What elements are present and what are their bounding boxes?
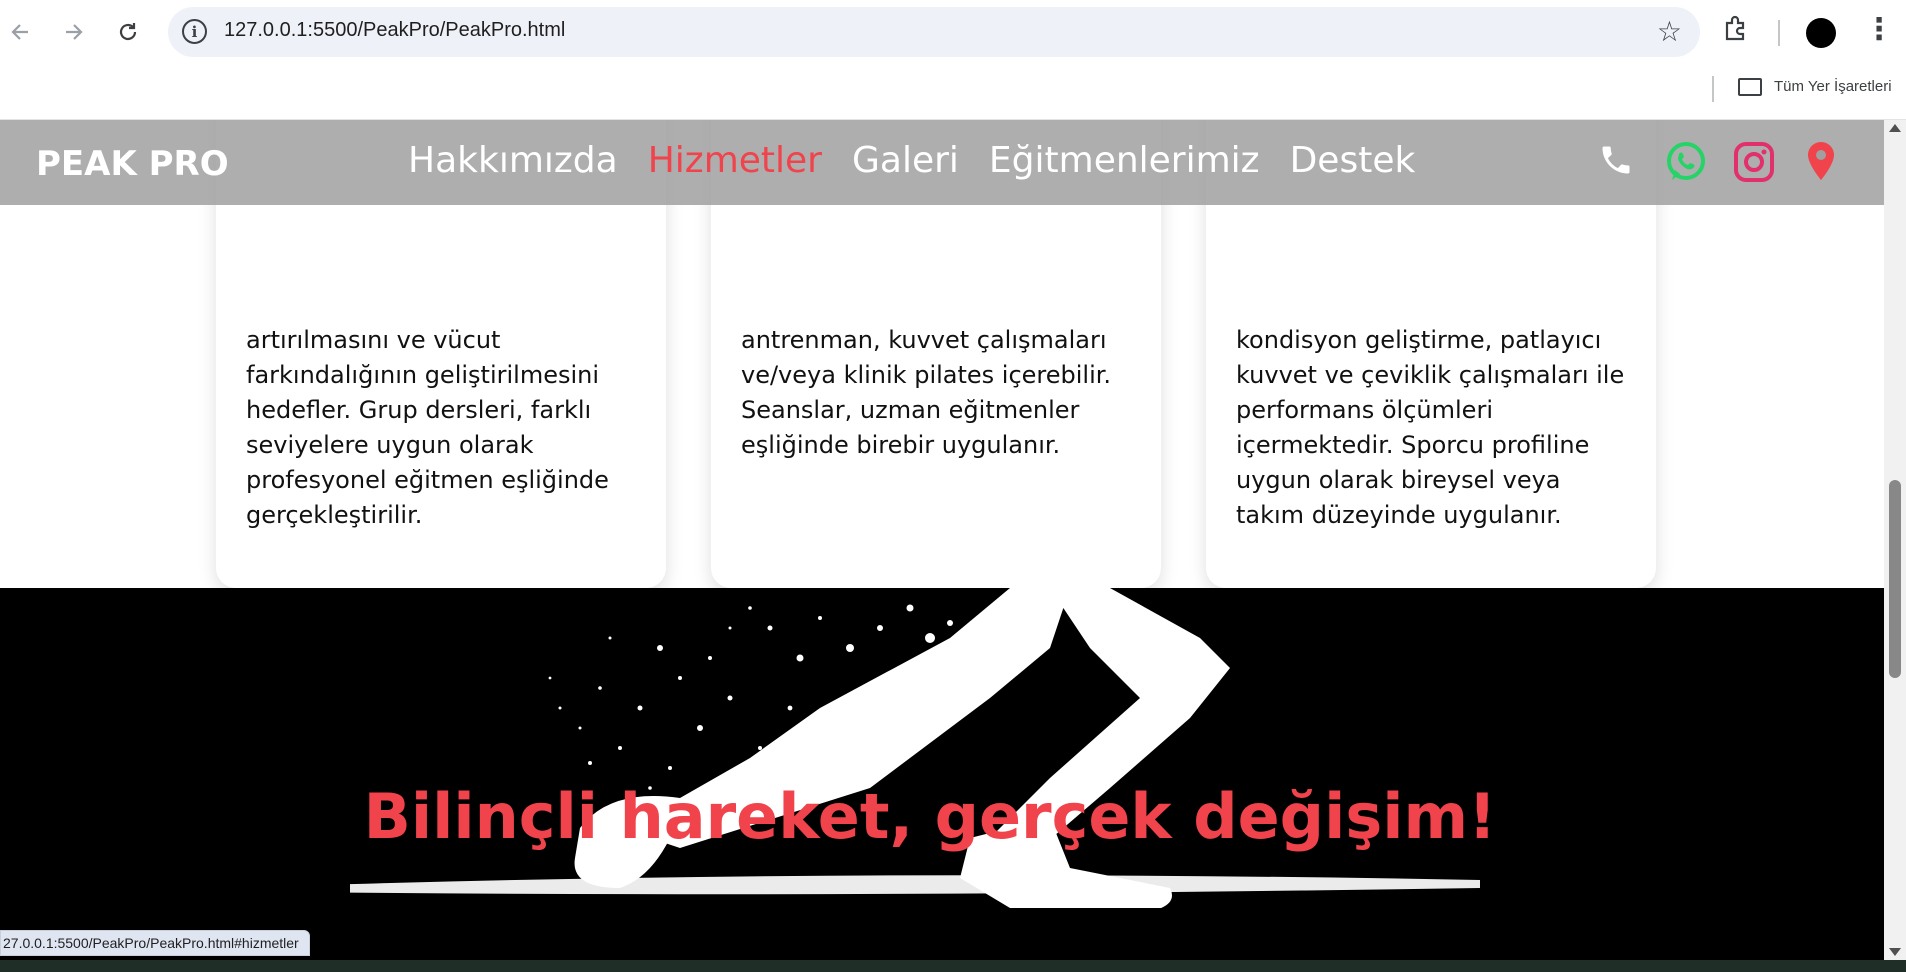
scroll-up-arrow-icon[interactable] (1889, 124, 1901, 132)
bookmarks-bar: Tüm Yer İşaretleri (0, 64, 1906, 120)
scroll-down-arrow-icon[interactable] (1889, 948, 1901, 956)
runner-legs-illustration (350, 588, 1480, 908)
service-card-text: antrenman, kuvvet çalışmaları ve/veya kl… (741, 326, 1112, 459)
extensions-icon[interactable] (1722, 14, 1750, 49)
site-navbar: PEAK PRO Hakkımızda Hizmetler Galeri Eği… (0, 120, 1884, 205)
instagram-icon[interactable] (1732, 140, 1776, 184)
reload-icon[interactable] (110, 14, 146, 50)
location-pin-icon[interactable] (1806, 140, 1836, 182)
hero-title: Bilinçli hareket, gerçek değişim! (363, 780, 1497, 853)
profile-avatar[interactable] (1806, 18, 1836, 48)
more-menu-icon[interactable]: ⋮ (1864, 12, 1894, 47)
nav-link-hakkimizda[interactable]: Hakkımızda (408, 140, 618, 181)
bookmarks-divider (1712, 76, 1714, 102)
all-bookmarks-label[interactable]: Tüm Yer İşaretleri (1774, 78, 1892, 95)
nav-link-hizmetler[interactable]: Hizmetler (648, 140, 822, 181)
url-text[interactable]: 127.0.0.1:5500/PeakPro/PeakPro.html (224, 19, 565, 42)
toolbar-divider (1778, 20, 1780, 46)
forward-icon[interactable] (56, 14, 92, 50)
main-menu: Hakkımızda Hizmetler Galeri Eğitmenlerim… (408, 140, 1415, 181)
nav-link-galeri[interactable]: Galeri (852, 140, 959, 181)
page-viewport: artırılmasını ve vücut farkındalığının g… (0, 120, 1884, 960)
hero-banner: Bilinçli hareket, gerçek değişim! (0, 588, 1884, 960)
page-scrollbar[interactable] (1884, 120, 1906, 960)
service-card-text: kondisyon geliştirme, patlayıcı kuvvet v… (1236, 326, 1625, 529)
phone-icon[interactable] (1598, 140, 1634, 180)
back-icon[interactable] (2, 14, 38, 50)
nav-link-destek[interactable]: Destek (1290, 140, 1416, 181)
site-logo[interactable]: PEAK PRO (36, 144, 229, 184)
os-taskbar (0, 960, 1906, 972)
whatsapp-icon[interactable] (1664, 140, 1708, 184)
link-status-bar: 27.0.0.1:5500/PeakPro/PeakPro.html#hizme… (0, 930, 310, 956)
browser-toolbar: i 127.0.0.1:5500/PeakPro/PeakPro.html ☆ … (0, 0, 1906, 64)
scroll-thumb[interactable] (1889, 480, 1901, 678)
nav-link-egitmenlerimiz[interactable]: Eğitmenlerimiz (989, 140, 1260, 181)
service-card-text: artırılmasını ve vücut farkındalığının g… (246, 326, 609, 529)
site-info-icon[interactable]: i (182, 19, 207, 44)
address-bar[interactable]: i 127.0.0.1:5500/PeakPro/PeakPro.html ☆ (168, 7, 1700, 57)
folder-icon[interactable] (1738, 78, 1762, 96)
bookmark-star-icon[interactable]: ☆ (1657, 15, 1682, 48)
